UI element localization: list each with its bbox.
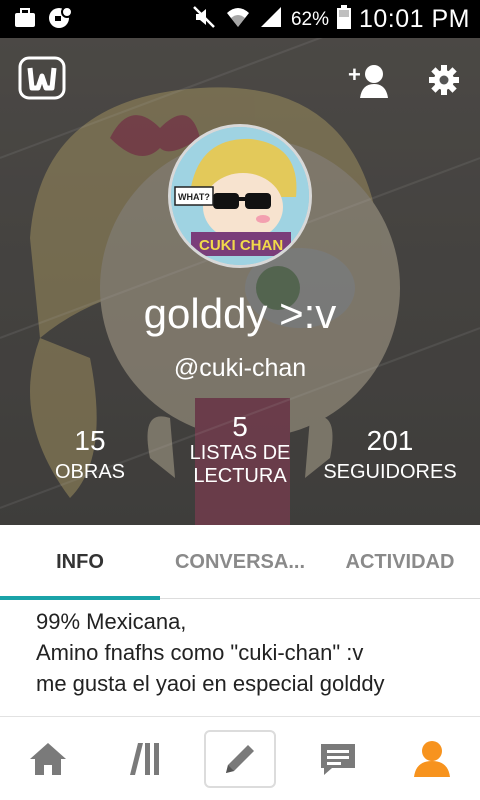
- stat-works[interactable]: 15 OBRAS: [40, 426, 140, 484]
- stat-works-label: OBRAS: [54, 461, 126, 483]
- briefcase-notification-icon: [14, 8, 36, 33]
- stat-reading-lists-label: LISTAS DE LECTURA: [189, 442, 291, 487]
- battery-icon: [336, 5, 351, 34]
- bottom-navigation: [0, 716, 480, 800]
- signal-icon: [259, 5, 283, 34]
- stat-reading-lists-value: 5: [232, 411, 248, 442]
- nav-write[interactable]: [204, 730, 276, 788]
- wattpad-logo-icon[interactable]: [18, 56, 66, 105]
- profile-icon: [414, 741, 450, 777]
- stat-followers-label: SEGUIDORES: [323, 461, 457, 483]
- stat-works-value: 15: [74, 425, 106, 456]
- avatar-text-cuki: CUKI CHAN: [199, 237, 283, 254]
- about-line: me gusta el yaoi en especial golddy: [36, 671, 385, 696]
- battery-percent: 62%: [290, 8, 329, 30]
- stat-reading-lists[interactable]: 5 LISTAS DE LECTURA: [180, 412, 300, 488]
- library-icon: [130, 743, 159, 775]
- about-text: 99% Mexicana, Amino fnafhs como "cuki-ch…: [36, 606, 456, 699]
- profile-tabs: INFO CONVERSA... ACTIVIDAD: [0, 525, 480, 600]
- stat-followers[interactable]: 201 SEGUIDORES: [320, 426, 460, 484]
- home-icon: [30, 743, 66, 775]
- about-line: Amino fnafhs como "cuki-chan" :v: [36, 640, 364, 665]
- pencil-icon: [226, 745, 254, 773]
- avatar[interactable]: WHAT? CUKI CHAN: [168, 124, 312, 268]
- gear-icon[interactable]: [428, 64, 460, 101]
- display-name: golddy >:v: [143, 290, 337, 337]
- status-bar: 62% 10:01 PM: [0, 0, 480, 38]
- add-person-icon[interactable]: +: [348, 62, 390, 105]
- about-line: 99% Mexicana,: [36, 609, 187, 634]
- wifi-icon: [225, 5, 251, 34]
- nav-home[interactable]: [20, 731, 76, 787]
- clock: 10:01 PM: [358, 5, 470, 33]
- mute-icon: [191, 4, 217, 35]
- username: @cuki-chan: [173, 354, 307, 382]
- tab-info[interactable]: INFO: [0, 525, 160, 599]
- chat-notification-icon: [48, 6, 73, 35]
- tab-activity[interactable]: ACTIVIDAD: [320, 525, 480, 599]
- active-tab-indicator: [0, 596, 160, 600]
- nav-messages[interactable]: [310, 731, 366, 787]
- tab-conversations[interactable]: CONVERSA...: [160, 525, 320, 599]
- nav-profile[interactable]: [404, 731, 460, 787]
- nav-library[interactable]: [116, 731, 172, 787]
- stat-followers-value: 201: [366, 425, 414, 456]
- avatar-text-what: WHAT?: [178, 192, 210, 202]
- profile-header: + WHAT? CUKI CHAN golddy >:v @cuki-chan …: [0, 38, 480, 525]
- messages-icon: [321, 744, 355, 775]
- svg-text:+: +: [348, 62, 361, 87]
